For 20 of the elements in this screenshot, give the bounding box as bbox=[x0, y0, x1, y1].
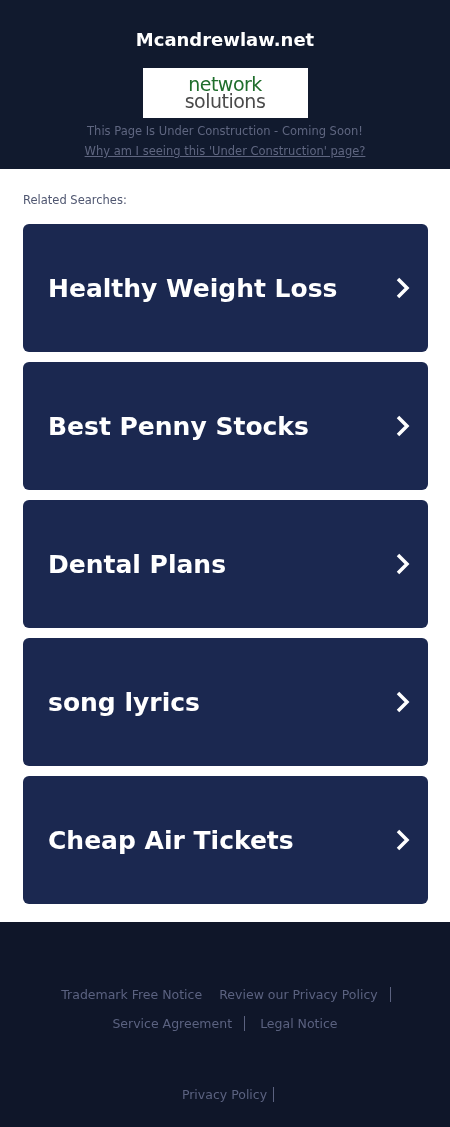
search-link[interactable]: Cheap Air Tickets bbox=[23, 776, 428, 904]
chevron-right-icon bbox=[396, 277, 410, 299]
search-link[interactable]: Best Penny Stocks bbox=[23, 362, 428, 490]
info-link[interactable]: Why am I seeing this 'Under Construction' page? bbox=[84, 144, 366, 158]
search-link[interactable]: Healthy Weight Loss bbox=[23, 224, 428, 352]
footer-link[interactable]: Review our Privacy Policy bbox=[213, 987, 391, 1002]
logo: network solutions bbox=[142, 68, 308, 118]
footer-link[interactable]: Trademark Free Notice bbox=[55, 987, 209, 1002]
construction-notice: This Page Is Under Construction - Coming Soon! bbox=[87, 123, 363, 140]
search-link[interactable]: Dental Plans bbox=[23, 500, 428, 628]
site-title: Mcandrewlaw.net bbox=[135, 29, 315, 51]
privacy-policy-link[interactable]: Privacy Policy bbox=[175, 1087, 275, 1102]
footer-link[interactable]: Legal Notice bbox=[254, 1016, 344, 1031]
related-searches-heading: Related Searches: bbox=[23, 192, 127, 208]
chevron-right-icon bbox=[396, 553, 410, 575]
chevron-right-icon bbox=[396, 415, 410, 437]
chevron-right-icon bbox=[396, 829, 410, 851]
search-link[interactable]: song lyrics bbox=[23, 638, 428, 766]
footer-link[interactable]: Service Agreement bbox=[106, 1016, 246, 1031]
chevron-right-icon bbox=[396, 691, 410, 713]
